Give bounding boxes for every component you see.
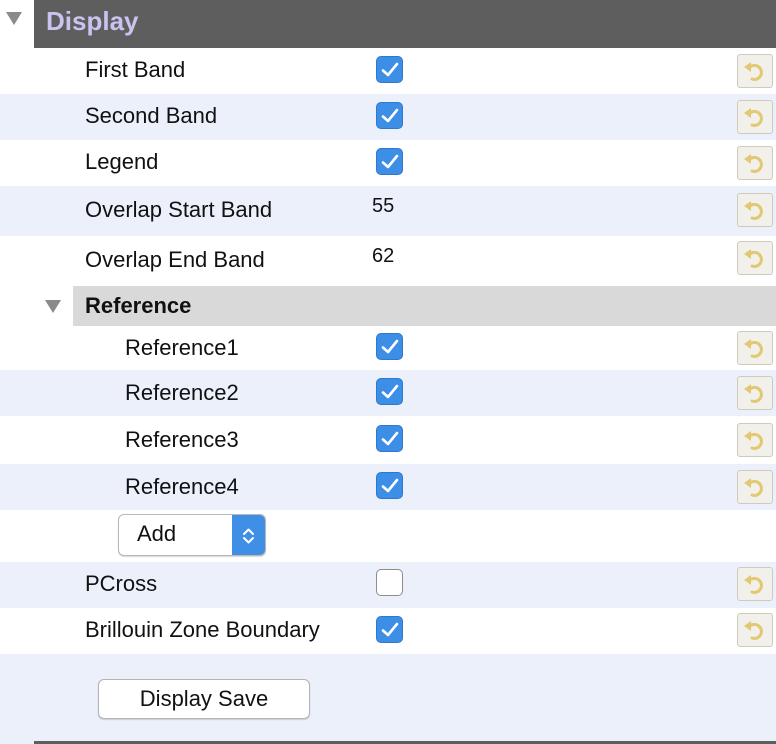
second-band-checkbox[interactable] [376, 102, 403, 129]
reference4-checkbox[interactable] [376, 472, 403, 499]
reference3-checkbox[interactable] [376, 425, 403, 452]
reference-header-bar: Reference [73, 286, 776, 326]
property-row-overlap-start-band: Overlap Start Band 55 [0, 186, 776, 236]
checkmark-icon [381, 622, 399, 637]
overlap-end-band-label: Overlap End Band [85, 247, 265, 272]
checkmark-icon [381, 384, 399, 399]
brillouin-zone-boundary-revert-button[interactable] [737, 613, 773, 647]
overlap-start-band-label: Overlap Start Band [85, 197, 273, 222]
reference2-checkbox[interactable] [376, 378, 403, 405]
reference2-label: Reference2 [125, 380, 239, 405]
add-reference-select[interactable]: Add [118, 514, 266, 556]
reference1-label: Reference1 [125, 335, 239, 360]
collapse-triangle-icon[interactable] [45, 300, 61, 313]
overlap-end-band-revert-button[interactable] [737, 241, 773, 275]
property-row-first-band: First Band [0, 48, 776, 94]
reference-row-1: Reference1 [0, 326, 776, 370]
revert-arrow-icon [744, 62, 763, 81]
revert-arrow-icon [744, 339, 763, 358]
updown-chevron-icon[interactable] [232, 515, 265, 555]
pcross-label: PCross [85, 571, 158, 596]
second-band-label: Second Band [85, 103, 218, 128]
reference2-revert-button[interactable] [737, 376, 773, 410]
display-section-title: Display [46, 6, 139, 36]
revert-arrow-icon [744, 621, 763, 640]
display-save-button[interactable]: Display Save [98, 679, 310, 719]
reference-subsection-header[interactable]: Reference [0, 286, 776, 326]
property-row-second-band: Second Band [0, 94, 776, 140]
checkmark-icon [381, 431, 399, 446]
collapse-triangle-icon[interactable] [6, 12, 22, 25]
first-band-checkbox[interactable] [376, 56, 403, 83]
first-band-label: First Band [85, 57, 186, 82]
checkmark-icon [381, 154, 399, 169]
property-row-pcross: PCross [0, 562, 776, 608]
add-select-value: Add [137, 521, 177, 546]
property-row-legend: Legend [0, 140, 776, 186]
revert-arrow-icon [744, 154, 763, 173]
revert-arrow-icon [744, 201, 763, 220]
revert-arrow-icon [744, 384, 763, 403]
reference1-checkbox[interactable] [376, 333, 403, 360]
revert-arrow-icon [744, 249, 763, 268]
checkmark-icon [381, 339, 399, 354]
add-reference-row [0, 510, 776, 562]
checkmark-icon [381, 62, 399, 77]
second-band-revert-button[interactable] [737, 100, 773, 134]
pcross-checkbox[interactable] [376, 569, 403, 596]
revert-arrow-icon [744, 478, 763, 497]
property-row-overlap-end-band: Overlap End Band 62 [0, 236, 776, 286]
reference-row-4: Reference4 [0, 464, 776, 510]
reference3-label: Reference3 [125, 427, 239, 452]
brillouin-zone-boundary-label: Brillouin Zone Boundary [85, 617, 320, 642]
overlap-end-band-value[interactable]: 62 [372, 245, 394, 268]
revert-arrow-icon [744, 108, 763, 127]
reference1-revert-button[interactable] [737, 331, 773, 365]
revert-arrow-icon [744, 575, 763, 594]
checkmark-icon [381, 478, 399, 493]
brillouin-zone-boundary-checkbox[interactable] [376, 616, 403, 643]
reference-row-3: Reference3 [0, 416, 776, 464]
reference3-revert-button[interactable] [737, 423, 773, 457]
reference-row-2: Reference2 [0, 370, 776, 416]
revert-arrow-icon [744, 431, 763, 450]
first-band-revert-button[interactable] [737, 54, 773, 88]
display-section-header[interactable]: Display [0, 0, 776, 48]
pcross-revert-button[interactable] [737, 567, 773, 601]
property-row-brillouin-zone-boundary: Brillouin Zone Boundary [0, 608, 776, 654]
legend-revert-button[interactable] [737, 146, 773, 180]
reference4-label: Reference4 [125, 474, 239, 499]
reference4-revert-button[interactable] [737, 470, 773, 504]
display-header-bar: Display [34, 0, 776, 48]
overlap-start-band-revert-button[interactable] [737, 193, 773, 227]
legend-label: Legend [85, 149, 159, 174]
overlap-start-band-value[interactable]: 55 [372, 195, 394, 218]
checkmark-icon [381, 108, 399, 123]
legend-checkbox[interactable] [376, 148, 403, 175]
reference-subsection-title: Reference [85, 293, 192, 318]
